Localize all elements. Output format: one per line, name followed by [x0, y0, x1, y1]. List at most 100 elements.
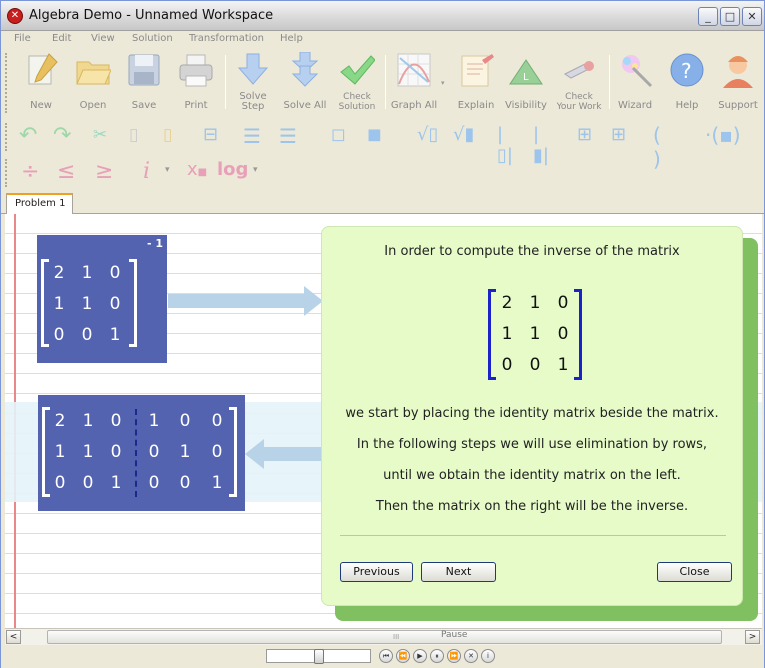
- superscript-icon[interactable]: ◻: [331, 124, 346, 145]
- imaginary-unit-button[interactable]: i: [143, 159, 150, 184]
- pause-icon[interactable]: ⏸: [430, 649, 444, 663]
- greater-equal-button[interactable]: ≥: [95, 159, 113, 184]
- parentheses-dot-icon[interactable]: ·(▪): [705, 123, 741, 147]
- matrix-cell: 1: [557, 355, 569, 375]
- matrix-icon[interactable]: ⊞: [577, 124, 592, 145]
- solve-step-button[interactable]: Solve Step: [232, 52, 274, 112]
- close-button[interactable]: ✕: [742, 7, 762, 26]
- toolbar-separator: [225, 55, 226, 109]
- abs-value-fill-icon[interactable]: |▮|: [533, 124, 549, 166]
- new-button[interactable]: New: [19, 52, 63, 112]
- matrix-grid-icon[interactable]: ⊞: [611, 124, 626, 145]
- toolbar-grip[interactable]: [5, 123, 9, 151]
- copy-icon[interactable]: ▯: [129, 125, 138, 145]
- menu-transformation[interactable]: Transformation: [189, 33, 264, 44]
- playback-slider-knob[interactable]: [313, 649, 324, 664]
- check-solution-button[interactable]: Check Solution: [334, 52, 380, 112]
- dialog-divider: [340, 535, 726, 536]
- visibility-button[interactable]: L Visibility: [501, 52, 551, 112]
- check-your-work-button[interactable]: Check Your Work: [553, 52, 605, 112]
- matrix-cell: 2: [54, 411, 66, 431]
- previous-button[interactable]: Previous: [340, 562, 413, 582]
- augmented-matrix-box[interactable]: 210100110010001001: [38, 395, 245, 511]
- inverse-expression-box[interactable]: - 1 210110001: [37, 235, 167, 363]
- visibility-triangle-icon: L: [508, 52, 544, 88]
- matrix-cell: 0: [179, 411, 191, 431]
- first-step-icon[interactable]: ⏮: [379, 649, 393, 663]
- sqrt-icon[interactable]: √▯: [417, 124, 438, 145]
- parentheses-icon[interactable]: ( ): [653, 123, 661, 171]
- subscript-icon[interactable]: ◼: [367, 124, 382, 145]
- maximize-button[interactable]: □: [720, 7, 740, 26]
- imaginary-dropdown-icon[interactable]: ▾: [165, 165, 170, 175]
- save-button[interactable]: Save: [123, 52, 165, 112]
- log-dropdown-icon[interactable]: ▾: [253, 165, 258, 175]
- menu-solution[interactable]: Solution: [132, 33, 173, 44]
- wizard-button[interactable]: Wizard: [613, 52, 657, 112]
- matrix-cell: 0: [110, 442, 122, 462]
- divide-line-icon[interactable]: ☰: [279, 124, 297, 148]
- scrollbar-thumb[interactable]: III: [47, 630, 722, 644]
- open-folder-icon: [75, 52, 112, 88]
- subscript-x-button[interactable]: x■: [187, 159, 207, 180]
- matrix-cell: 0: [557, 293, 569, 313]
- graph-all-button[interactable]: Graph All: [389, 52, 439, 112]
- cut-icon[interactable]: ✂: [93, 125, 107, 145]
- matrix-cell: 1: [81, 294, 93, 314]
- redo-icon[interactable]: ↷: [53, 123, 71, 148]
- matrix-cell: 0: [501, 355, 513, 375]
- explain-line-3: until we obtain the identity matrix on t…: [383, 468, 681, 483]
- log-button[interactable]: log: [217, 159, 248, 180]
- toolbar-grip[interactable]: [5, 53, 9, 113]
- help-button[interactable]: ? Help: [665, 52, 709, 112]
- nth-root-icon[interactable]: √▮: [453, 124, 474, 145]
- less-equal-button[interactable]: ≤: [57, 159, 75, 184]
- double-down-arrow-icon: [287, 51, 323, 88]
- problem-workspace[interactable]: - 1 210110001 210100110010001001 In orde…: [5, 214, 762, 628]
- fast-forward-icon[interactable]: ⏩: [447, 649, 461, 663]
- algebra-app-icon[interactable]: ✕: [7, 8, 23, 24]
- fraction-icon[interactable]: ⊟: [203, 124, 218, 145]
- horizontal-scrollbar[interactable]: < III Pause >: [5, 628, 762, 645]
- graph-dropdown-arrow-icon[interactable]: ▾: [441, 79, 445, 87]
- paste-icon[interactable]: ▯: [163, 125, 172, 145]
- support-button[interactable]: Support: [715, 52, 761, 112]
- scroll-right-button[interactable]: >: [745, 630, 760, 644]
- minimize-button[interactable]: _: [698, 7, 718, 26]
- matrix-cell: 0: [110, 411, 122, 431]
- subscript-box-icon: ■: [197, 167, 208, 178]
- toolbar-grip[interactable]: [5, 159, 9, 187]
- right-bracket: [129, 259, 137, 347]
- menu-help[interactable]: Help: [280, 33, 303, 44]
- subscript-x-label: x: [187, 159, 198, 180]
- explain-line-2: In the following steps we will use elimi…: [356, 437, 708, 452]
- play-icon[interactable]: ▶: [413, 649, 427, 663]
- rewind-icon[interactable]: ⏪: [396, 649, 410, 663]
- menu-view[interactable]: View: [91, 33, 115, 44]
- info-icon[interactable]: i: [481, 649, 495, 663]
- solve-all-button[interactable]: Solve All: [280, 51, 330, 112]
- vertical-fraction-icon[interactable]: ☰: [243, 124, 261, 148]
- print-button[interactable]: Print: [174, 52, 218, 112]
- menu-file[interactable]: File: [14, 33, 31, 44]
- explain-line-4: Then the matrix on the right will be the…: [375, 499, 689, 514]
- left-bracket: [41, 259, 49, 347]
- toolbar-separator: [385, 55, 386, 109]
- stop-close-icon[interactable]: ✕: [464, 649, 478, 663]
- tab-problem-1[interactable]: Problem 1: [6, 193, 73, 214]
- close-dialog-button[interactable]: Close: [657, 562, 732, 582]
- explain-button[interactable]: Explain: [453, 52, 499, 112]
- scroll-left-button[interactable]: <: [6, 630, 21, 644]
- playback-slider[interactable]: [266, 649, 371, 664]
- abs-value-icon[interactable]: |▯|: [497, 124, 513, 166]
- open-button[interactable]: Open: [69, 52, 117, 112]
- pause-label: Pause: [441, 630, 468, 640]
- divide-symbol-button[interactable]: ÷: [21, 159, 39, 184]
- undo-icon[interactable]: ↶: [19, 123, 37, 148]
- next-button[interactable]: Next: [421, 562, 496, 582]
- toolbar-separator: [609, 55, 610, 109]
- title-bar[interactable]: ✕ Algebra Demo - Unnamed Workspace _ □ ✕: [1, 1, 764, 31]
- matrix-cell: 1: [82, 442, 94, 462]
- matrix-cell: 0: [557, 324, 569, 344]
- menu-edit[interactable]: Edit: [52, 33, 71, 44]
